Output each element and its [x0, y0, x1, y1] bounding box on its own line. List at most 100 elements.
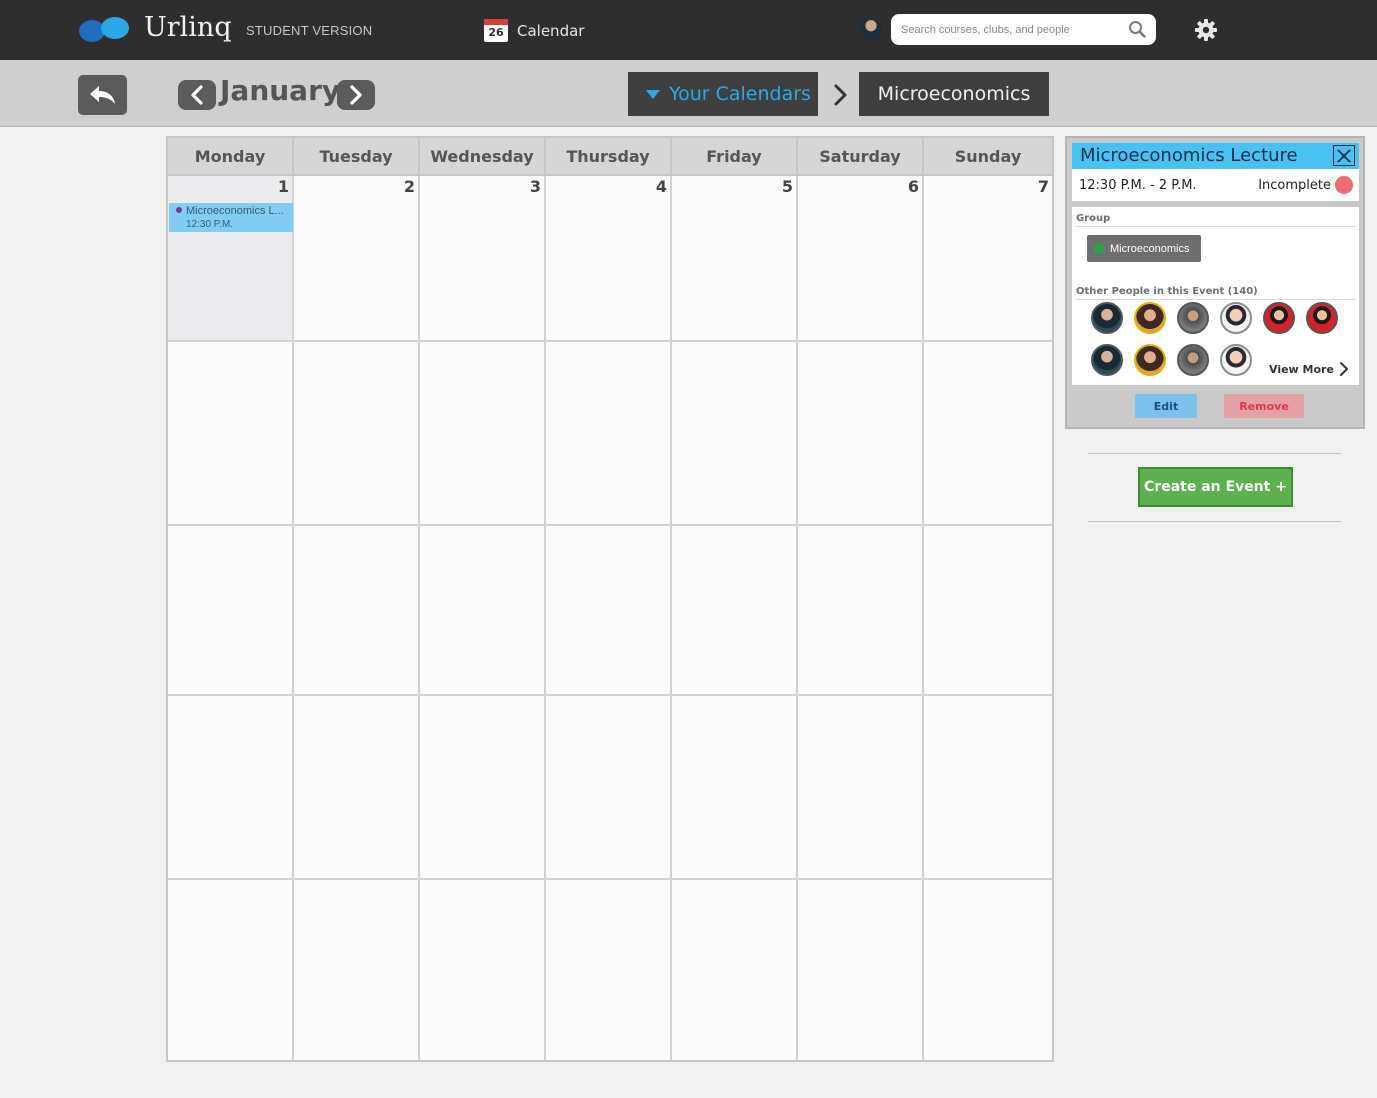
search-icon[interactable] — [1128, 20, 1146, 38]
brand-name[interactable]: Urlinq — [144, 12, 232, 43]
top-navigation-bar: Urlinq STUDENT VERSION 26 Calendar — [0, 0, 1377, 60]
day-number: 1 — [277, 177, 289, 196]
divider — [1076, 299, 1356, 300]
day-cell[interactable] — [168, 696, 294, 880]
current-calendar-breadcrumb[interactable]: Microeconomics — [859, 72, 1049, 116]
day-cell[interactable] — [294, 880, 420, 1060]
day-cell[interactable]: 1 Microeconomics L... 12:30 P.M. — [168, 176, 294, 342]
calendar-icon-day: 26 — [488, 26, 504, 39]
day-cell[interactable] — [168, 880, 294, 1060]
day-cell[interactable] — [798, 342, 924, 526]
day-cell[interactable] — [168, 526, 294, 696]
event-chip-title: Microeconomics L... — [186, 205, 284, 217]
caret-down-icon — [646, 89, 660, 99]
attendee-avatar[interactable] — [1177, 344, 1209, 376]
attendee-avatar[interactable] — [1091, 344, 1123, 376]
event-status: Incomplete — [1258, 178, 1331, 193]
day-cell[interactable] — [924, 526, 1052, 696]
day-cell[interactable] — [546, 342, 672, 526]
next-month-button[interactable] — [337, 80, 375, 110]
group-section-label: Group — [1076, 213, 1111, 224]
close-button[interactable] — [1333, 145, 1355, 166]
attendee-avatar[interactable] — [1306, 302, 1338, 334]
day-cell[interactable] — [672, 342, 798, 526]
edit-button[interactable]: Edit — [1135, 394, 1197, 418]
day-cell[interactable] — [798, 526, 924, 696]
month-calendar-grid: Monday Tuesday Wednesday Thursday Friday… — [166, 136, 1054, 1062]
group-name: Microeconomics — [1110, 242, 1190, 255]
chevron-right-icon — [350, 85, 362, 105]
day-cell[interactable] — [924, 880, 1052, 1060]
calendar-event-chip[interactable]: Microeconomics L... 12:30 P.M. — [169, 203, 293, 232]
chevron-right-icon — [1339, 362, 1348, 376]
day-cell[interactable]: 4 — [546, 176, 672, 342]
day-cell[interactable] — [546, 526, 672, 696]
day-cell[interactable] — [420, 696, 546, 880]
weekday-header-saturday: Saturday — [798, 138, 924, 176]
day-number: 7 — [1037, 177, 1049, 196]
attendee-avatar[interactable] — [1220, 344, 1252, 376]
calendar-nav-link[interactable]: Calendar — [517, 22, 584, 40]
divider — [1088, 521, 1341, 522]
attendee-avatar[interactable] — [1220, 302, 1252, 334]
view-more-label: View More — [1269, 362, 1334, 376]
day-cell[interactable] — [294, 526, 420, 696]
day-cell[interactable] — [924, 696, 1052, 880]
calendar-icon[interactable]: 26 — [484, 19, 508, 42]
breadcrumb-separator-icon — [834, 84, 847, 106]
attendee-avatar[interactable] — [1177, 302, 1209, 334]
day-cell[interactable]: 6 — [798, 176, 924, 342]
day-cell[interactable] — [294, 696, 420, 880]
day-cell[interactable] — [420, 880, 546, 1060]
day-cell[interactable] — [672, 880, 798, 1060]
divider — [1088, 453, 1341, 454]
day-cell[interactable] — [546, 696, 672, 880]
day-cell[interactable] — [420, 342, 546, 526]
remove-button[interactable]: Remove — [1224, 394, 1304, 418]
create-event-button[interactable]: Create an Event + — [1138, 467, 1293, 507]
event-time: 12:30 P.M. - 2 P.M. — [1079, 178, 1197, 193]
search-box — [891, 14, 1156, 45]
event-chip-time: 12:30 P.M. — [186, 219, 234, 230]
weekday-header-thursday: Thursday — [546, 138, 672, 176]
attendee-avatar[interactable] — [1134, 344, 1166, 376]
day-cell[interactable]: 2 — [294, 176, 420, 342]
day-cell[interactable] — [672, 526, 798, 696]
back-button[interactable] — [78, 75, 127, 115]
group-chip[interactable]: Microeconomics — [1087, 235, 1201, 262]
your-calendars-dropdown[interactable]: Your Calendars — [628, 72, 818, 116]
weekday-header-sunday: Sunday — [924, 138, 1052, 176]
day-cell[interactable] — [294, 342, 420, 526]
weekday-header-monday: Monday — [168, 138, 294, 176]
day-cell[interactable]: 5 — [672, 176, 798, 342]
day-cell[interactable] — [798, 696, 924, 880]
day-cell[interactable] — [168, 342, 294, 526]
previous-month-button[interactable] — [178, 80, 216, 110]
day-number: 6 — [907, 177, 919, 196]
attendee-avatar[interactable] — [1091, 302, 1123, 334]
gear-icon[interactable] — [1194, 18, 1218, 42]
attendee-avatar[interactable] — [1263, 302, 1295, 334]
user-avatar[interactable] — [860, 18, 882, 40]
day-cell[interactable] — [924, 342, 1052, 526]
event-color-dot — [176, 207, 182, 213]
status-indicator[interactable] — [1335, 176, 1353, 194]
logo-icon[interactable] — [78, 16, 130, 44]
view-more-link[interactable]: View More — [1269, 361, 1349, 377]
day-cell[interactable] — [420, 526, 546, 696]
day-cell[interactable] — [546, 880, 672, 1060]
weekday-header-tuesday: Tuesday — [294, 138, 420, 176]
day-cell[interactable] — [798, 880, 924, 1060]
divider — [1076, 226, 1356, 227]
attendee-avatar[interactable] — [1134, 302, 1166, 334]
back-icon — [89, 86, 115, 104]
weekday-header-friday: Friday — [672, 138, 798, 176]
event-detail-body: Group Microeconomics Other People in thi… — [1072, 207, 1359, 385]
day-cell[interactable]: 3 — [420, 176, 546, 342]
chevron-left-icon — [191, 85, 203, 105]
day-cell[interactable] — [672, 696, 798, 880]
search-input[interactable] — [901, 14, 1121, 45]
group-icon — [1094, 243, 1105, 254]
day-cell[interactable]: 7 — [924, 176, 1052, 342]
event-detail-panel: Microeconomics Lecture 12:30 P.M. - 2 P.… — [1065, 136, 1365, 429]
